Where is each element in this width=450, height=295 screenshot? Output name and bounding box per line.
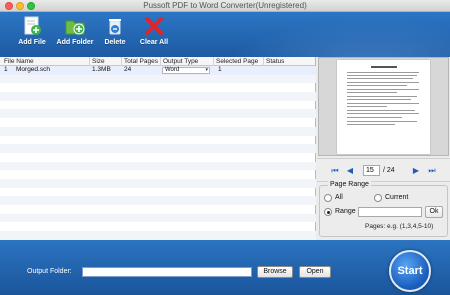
column-size[interactable]: Size [90, 57, 122, 66]
total-pages-cell: 24 [124, 66, 132, 73]
clear-all-label: Clear All [139, 39, 169, 46]
pages-hint: Pages: e.g. (1,3,4,5-10) [365, 223, 434, 230]
maximize-window-button[interactable] [27, 2, 35, 10]
radio-all[interactable] [324, 194, 332, 202]
table-row-empty [0, 231, 316, 240]
bottom-bar: Output Folder: Browse Open Start [0, 240, 450, 295]
minimize-window-button[interactable] [16, 2, 24, 10]
radio-range-label: Range [335, 208, 356, 215]
table-row[interactable]: 1 Morged.sch 1.3MB 24 Word ▾ 1 [0, 66, 316, 75]
table-row-empty [0, 205, 316, 214]
first-page-button[interactable]: ⏮ [329, 166, 341, 176]
column-total-pages[interactable]: Total Pages [122, 57, 161, 66]
open-button[interactable]: Open [299, 266, 331, 278]
status-cell [266, 66, 268, 75]
output-folder-label: Output Folder: [27, 268, 72, 275]
table-row-empty [0, 118, 316, 127]
previous-page-button[interactable]: ◀ [344, 166, 356, 176]
page-preview [318, 57, 449, 156]
size-cell: 1.3MB [92, 66, 111, 73]
table-header: File Name Size Total Pages Output Type S… [0, 57, 315, 66]
column-file-name[interactable]: File Name [0, 57, 90, 66]
table-row-empty [0, 101, 316, 110]
page-range-group: Page Range All Current Range Ok Pages: e… [319, 181, 448, 237]
table-row-empty [0, 196, 316, 205]
title-bar: Pussoft PDF to Word Converter(Unregister… [0, 0, 450, 12]
chevron-down-icon: ▾ [205, 67, 208, 73]
page-thumbnail [337, 60, 430, 154]
table-row-empty [0, 178, 316, 188]
file-table: File Name Size Total Pages Output Type S… [0, 57, 316, 240]
output-type-value: Word [165, 67, 180, 73]
add-file-label: Add File [18, 39, 46, 46]
page-number-input[interactable] [363, 165, 380, 176]
app-window: Pussoft PDF to Word Converter(Unregister… [0, 0, 450, 295]
table-row-empty [0, 188, 316, 197]
table-row-empty [0, 83, 316, 92]
table-row-empty [0, 144, 316, 153]
page-navigation: ⏮ ◀ / 24 ▶ ⏭ [317, 158, 450, 182]
browse-button[interactable]: Browse [257, 266, 293, 278]
radio-current-label: Current [385, 194, 409, 201]
row-index: 1 [4, 66, 8, 73]
close-window-button[interactable] [5, 2, 13, 10]
window-title: Pussoft PDF to Word Converter(Unregister… [143, 1, 307, 10]
column-selected-page[interactable]: Selected Page [214, 57, 264, 66]
next-page-button[interactable]: ▶ [410, 166, 422, 176]
clear-all-button[interactable]: Clear All [131, 15, 177, 55]
ok-button[interactable]: Ok [425, 206, 443, 218]
radio-all-label: All [335, 194, 343, 201]
range-input[interactable] [358, 207, 422, 217]
radio-range[interactable] [324, 208, 332, 216]
table-row-empty [0, 170, 316, 179]
add-file-icon [24, 16, 41, 35]
toolbar: Add File Add Folder Delete Clear All [0, 12, 450, 57]
table-row-empty [0, 92, 316, 101]
selected-page-cell: 1 [218, 66, 222, 73]
table-row-empty [0, 161, 316, 171]
trash-icon [109, 19, 121, 35]
table-row-empty [0, 222, 316, 231]
file-name-cell: Morged.sch [16, 66, 50, 73]
output-type-select[interactable]: Word ▾ [162, 67, 210, 74]
table-row-empty [0, 109, 316, 119]
page-total-label: / 24 [383, 167, 395, 174]
output-folder-input[interactable] [82, 267, 252, 277]
table-row-empty [0, 74, 316, 84]
table-row-empty [0, 213, 316, 223]
table-body: 1 Morged.sch 1.3MB 24 Word ▾ 1 [0, 66, 316, 240]
add-file-button[interactable]: Add File [9, 15, 55, 55]
clear-all-icon [145, 17, 163, 35]
table-row-empty [0, 153, 316, 162]
column-output-type[interactable]: Output Type [161, 57, 214, 66]
start-button[interactable]: Start [389, 250, 431, 292]
last-page-button[interactable]: ⏭ [426, 166, 438, 176]
column-status[interactable]: Status [264, 57, 316, 66]
add-folder-icon [65, 20, 85, 35]
table-row-empty [0, 126, 316, 136]
table-row-empty [0, 136, 316, 145]
radio-current[interactable] [374, 194, 382, 202]
right-panel: ⏮ ◀ / 24 ▶ ⏭ Page Range All Current Rang… [317, 57, 450, 240]
page-range-title: Page Range [328, 181, 371, 188]
